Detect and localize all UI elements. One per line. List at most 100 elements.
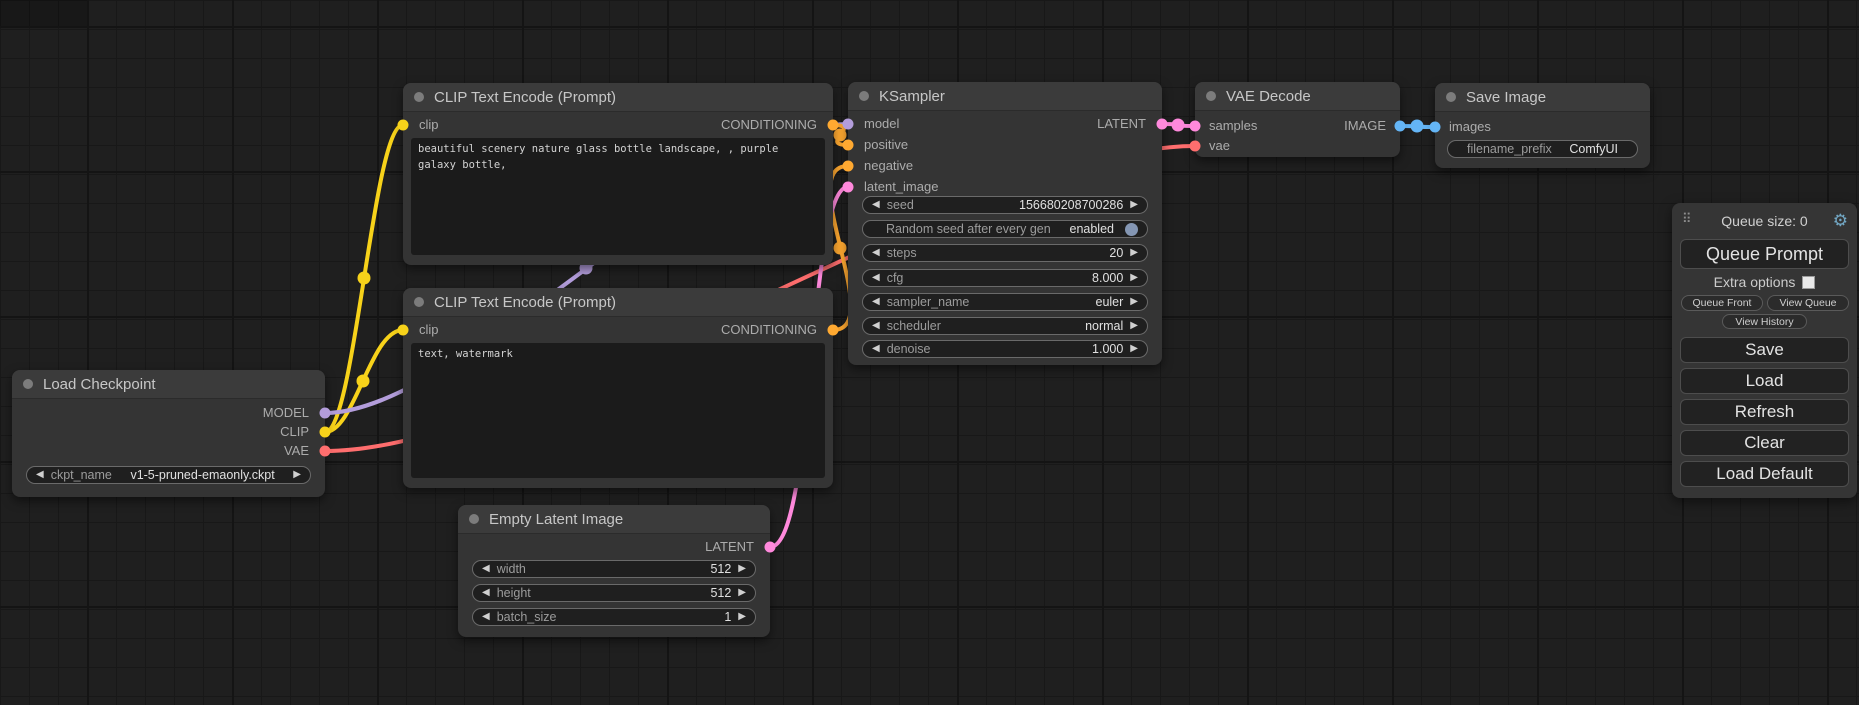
decrement-arrow-icon[interactable] xyxy=(482,584,490,602)
wire-ksampler-latent xyxy=(1162,124,1195,126)
output-slot-clip: CLIP xyxy=(280,424,309,440)
queue-panel-header: Queue size: 0 xyxy=(1672,210,1857,232)
widget-value: 1 xyxy=(724,610,731,624)
node-header[interactable]: KSampler xyxy=(848,82,1162,111)
increment-arrow-icon[interactable] xyxy=(738,584,746,602)
widget-label: height xyxy=(497,586,531,600)
increment-arrow-icon[interactable] xyxy=(1130,340,1138,358)
increment-arrow-icon[interactable] xyxy=(293,466,301,484)
node-title: VAE Decode xyxy=(1226,88,1311,105)
random-seed-toggle-widget[interactable]: Random seed after every gen enabled xyxy=(862,220,1148,238)
widget-label: sampler_name xyxy=(887,295,970,309)
node-header[interactable]: CLIP Text Encode (Prompt) xyxy=(403,288,833,317)
height-widget[interactable]: height 512 xyxy=(472,584,756,602)
scheduler-widget[interactable]: scheduler normal xyxy=(862,317,1148,335)
input-slot-latent-image: latent_image xyxy=(864,179,938,195)
collapse-dot-icon[interactable] xyxy=(1446,92,1456,102)
collapse-dot-icon[interactable] xyxy=(414,92,424,102)
input-slot-clip: clip xyxy=(419,117,439,133)
extra-options-label: Extra options xyxy=(1714,274,1796,290)
decrement-arrow-icon[interactable] xyxy=(36,466,44,484)
gear-icon[interactable] xyxy=(1833,210,1848,232)
node-clip-text-encode-negative[interactable]: CLIP Text Encode (Prompt) clip CONDITION… xyxy=(403,288,833,488)
widget-label: width xyxy=(497,562,526,576)
decrement-arrow-icon[interactable] xyxy=(872,269,880,287)
node-vae-decode[interactable]: VAE Decode samples vae IMAGE xyxy=(1195,82,1400,157)
increment-arrow-icon[interactable] xyxy=(1130,317,1138,335)
widget-value: 156680208700286 xyxy=(1019,198,1123,212)
node-header[interactable]: Load Checkpoint xyxy=(12,370,325,399)
output-slot-image: IMAGE xyxy=(1344,118,1386,134)
node-clip-text-encode-positive[interactable]: CLIP Text Encode (Prompt) clip CONDITION… xyxy=(403,83,833,265)
prompt-text-input[interactable]: beautiful scenery nature glass bottle la… xyxy=(411,138,825,255)
width-widget[interactable]: width 512 xyxy=(472,560,756,578)
seed-widget[interactable]: seed 156680208700286 xyxy=(862,196,1148,214)
queue-size-label: Queue size: 0 xyxy=(1672,213,1857,229)
node-title: KSampler xyxy=(879,88,945,105)
increment-arrow-icon[interactable] xyxy=(1130,196,1138,214)
node-header[interactable]: Save Image xyxy=(1435,83,1650,112)
wire-clip-to-clip2 xyxy=(325,330,403,432)
extra-options-checkbox[interactable] xyxy=(1802,276,1815,289)
clear-button[interactable]: Clear xyxy=(1680,430,1849,456)
node-header[interactable]: VAE Decode xyxy=(1195,82,1400,111)
wire-midpoint-dot xyxy=(1411,120,1424,133)
widget-label: filename_prefix xyxy=(1467,142,1552,156)
node-ksampler[interactable]: KSampler model positive negative latent_… xyxy=(848,82,1162,365)
collapse-dot-icon[interactable] xyxy=(1206,91,1216,101)
widget-label: ckpt_name xyxy=(51,468,112,482)
denoise-widget[interactable]: denoise 1.000 xyxy=(862,340,1148,358)
decrement-arrow-icon[interactable] xyxy=(872,244,880,262)
view-history-button[interactable]: View History xyxy=(1722,314,1807,329)
queue-front-button[interactable]: Queue Front xyxy=(1681,295,1763,311)
graph-canvas[interactable]: CLIP Text Encode (Prompt) clip CONDITION… xyxy=(0,0,1859,705)
cfg-widget[interactable]: cfg 8.000 xyxy=(862,269,1148,287)
increment-arrow-icon[interactable] xyxy=(1130,293,1138,311)
prompt-text-input[interactable]: text, watermark xyxy=(411,343,825,478)
node-load-checkpoint[interactable]: Load Checkpoint MODEL CLIP VAE ckpt_name… xyxy=(12,370,325,497)
increment-arrow-icon[interactable] xyxy=(1130,244,1138,262)
increment-arrow-icon[interactable] xyxy=(1130,269,1138,287)
wire-midpoint-dot xyxy=(358,272,371,285)
widget-value: euler xyxy=(1096,295,1124,309)
node-header[interactable]: Empty Latent Image xyxy=(458,505,770,534)
input-slot-images: images xyxy=(1449,119,1491,135)
widget-label: scheduler xyxy=(887,319,941,333)
collapse-dot-icon[interactable] xyxy=(859,91,869,101)
widget-value: normal xyxy=(1085,319,1123,333)
steps-widget[interactable]: steps 20 xyxy=(862,244,1148,262)
wire-midpoint-dot xyxy=(357,375,370,388)
decrement-arrow-icon[interactable] xyxy=(872,196,880,214)
collapse-dot-icon[interactable] xyxy=(414,297,424,307)
sampler-name-widget[interactable]: sampler_name euler xyxy=(862,293,1148,311)
load-button[interactable]: Load xyxy=(1680,368,1849,394)
drag-handle-icon[interactable] xyxy=(1682,211,1692,227)
filename-prefix-widget[interactable]: filename_prefix ComfyUI xyxy=(1447,140,1638,158)
increment-arrow-icon[interactable] xyxy=(738,560,746,578)
widget-value: 512 xyxy=(710,586,731,600)
ckpt-name-widget[interactable]: ckpt_name v1-5-pruned-emaonly.ckpt xyxy=(26,466,311,484)
node-save-image[interactable]: Save Image images filename_prefix ComfyU… xyxy=(1435,83,1650,168)
decrement-arrow-icon[interactable] xyxy=(872,317,880,335)
view-queue-button[interactable]: View Queue xyxy=(1767,295,1849,311)
collapse-dot-icon[interactable] xyxy=(23,379,33,389)
toggle-dot-icon[interactable] xyxy=(1125,223,1138,236)
widget-label: denoise xyxy=(887,342,931,356)
increment-arrow-icon[interactable] xyxy=(738,608,746,626)
decrement-arrow-icon[interactable] xyxy=(482,560,490,578)
decrement-arrow-icon[interactable] xyxy=(482,608,490,626)
node-header[interactable]: CLIP Text Encode (Prompt) xyxy=(403,83,833,112)
save-button[interactable]: Save xyxy=(1680,337,1849,363)
input-slot-vae: vae xyxy=(1209,138,1230,154)
refresh-button[interactable]: Refresh xyxy=(1680,399,1849,425)
decrement-arrow-icon[interactable] xyxy=(872,293,880,311)
input-slot-model: model xyxy=(864,116,899,132)
node-title: CLIP Text Encode (Prompt) xyxy=(434,89,616,106)
decrement-arrow-icon[interactable] xyxy=(872,340,880,358)
batch-size-widget[interactable]: batch_size 1 xyxy=(472,608,756,626)
collapse-dot-icon[interactable] xyxy=(469,514,479,524)
node-empty-latent-image[interactable]: Empty Latent Image LATENT width 512 heig… xyxy=(458,505,770,637)
widget-value: enabled xyxy=(1070,222,1115,236)
load-default-button[interactable]: Load Default xyxy=(1680,461,1849,487)
queue-prompt-button[interactable]: Queue Prompt xyxy=(1680,239,1849,269)
